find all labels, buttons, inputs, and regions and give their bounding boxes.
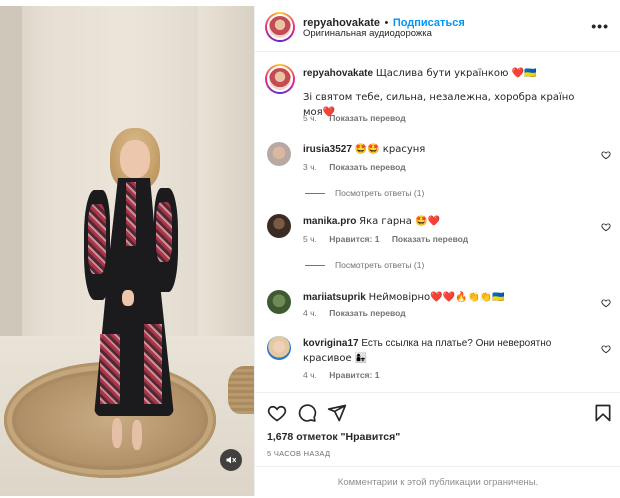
post-video[interactable] — [0, 6, 254, 496]
comment-text: kovrigina17 Есть ссылка на платье? Они н… — [303, 336, 593, 351]
author-avatar[interactable] — [265, 12, 295, 42]
woman-in-embroidered-dress — [82, 124, 182, 454]
speaker-muted-icon[interactable] — [220, 449, 242, 471]
comment-time[interactable]: 4 ч. — [303, 308, 317, 318]
commenter-avatar[interactable] — [267, 214, 291, 238]
comment-item: mariiatsuprik Неймовірно❤️❤️🔥👏👏🇺🇦 4 ч. П… — [255, 286, 620, 326]
chest-embroidery — [126, 182, 136, 246]
sleeve-embroidery — [88, 204, 106, 274]
comment-meta: 4 ч. Нравится: 1 — [303, 370, 389, 380]
hem-embroidery — [100, 334, 120, 404]
view-replies-label: Посмотреть ответы (1) — [335, 188, 425, 198]
comment-translate-link[interactable]: Показать перевод — [392, 234, 468, 244]
replies-divider — [305, 264, 325, 266]
comment-text: irusia3527 🤩🤩 красуня — [303, 142, 593, 157]
post-sidebar: repyahovakate • Подписаться Оригинальная… — [254, 6, 620, 496]
comment-text: manika.pro Яка гарна 🤩❤️ — [303, 214, 593, 229]
comment-body: Неймовірно❤️❤️🔥👏👏🇺🇦 — [368, 292, 505, 303]
comment-username[interactable]: kovrigina17 — [303, 338, 359, 349]
caption-time[interactable]: 5 ч. — [303, 113, 317, 123]
comment-item: irusia3527 🤩🤩 красуня 3 ч. Показать пере… — [255, 138, 620, 204]
comment-time[interactable]: 4 ч. — [303, 370, 317, 380]
commenter-avatar[interactable] — [267, 336, 291, 360]
more-horizontal-icon[interactable]: ••• — [591, 18, 609, 34]
instagram-post-modal: repyahovakate • Подписаться Оригинальная… — [0, 0, 620, 498]
commenter-avatar[interactable] — [267, 290, 291, 314]
comment-body-2: красивое 👩‍👧 — [303, 353, 368, 364]
sleeve-embroidery — [156, 202, 172, 262]
bookmark-icon[interactable] — [593, 403, 613, 423]
comment-username[interactable]: mariiatsuprik — [303, 292, 366, 303]
face — [120, 140, 150, 178]
comment-body: Яка гарна 🤩❤️ — [359, 216, 440, 227]
replies-divider — [305, 192, 325, 194]
heart-icon[interactable] — [601, 298, 611, 308]
caption-text-1: Щаслива бути українкою ❤️🇺🇦 — [375, 68, 537, 79]
comment-meta: 5 ч. Нравится: 1 Показать перевод — [303, 234, 478, 244]
comment-meta: 4 ч. Показать перевод — [303, 308, 416, 318]
heart-icon[interactable] — [601, 344, 611, 354]
comment-translate-link[interactable]: Показать перевод — [329, 308, 405, 318]
comment-translate-link[interactable]: Показать перевод — [329, 162, 405, 172]
comment-body: 🤩🤩 красуня — [354, 144, 426, 155]
action-bar: 1,678 отметок "Нравится" 5 ЧАСОВ НАЗАД — [255, 392, 620, 462]
wicker-basket — [228, 366, 254, 414]
comments-list: repyahovakate Щаслива бути українкою ❤️🇺… — [255, 52, 620, 392]
view-replies-label: Посмотреть ответы (1) — [335, 260, 425, 270]
view-replies-button[interactable]: Посмотреть ответы (1) — [305, 188, 424, 198]
wall-left — [0, 6, 22, 336]
comment-username[interactable]: irusia3527 — [303, 144, 352, 155]
foot — [132, 420, 142, 450]
wall-edge — [198, 6, 254, 336]
comment-likes[interactable]: Нравится: 1 — [329, 370, 379, 380]
caption-translate-link[interactable]: Показать перевод — [329, 113, 405, 123]
comment-meta: 3 ч. Показать перевод — [303, 162, 416, 172]
comment-body-1: Есть ссылка на платье? Они невероятно — [361, 338, 552, 349]
comment-item: kovrigina17 Есть ссылка на платье? Они н… — [255, 332, 620, 388]
send-icon[interactable] — [327, 403, 347, 423]
caption: repyahovakate Щаслива бути українкою ❤️🇺… — [255, 62, 620, 132]
view-replies-button[interactable]: Посмотреть ответы (1) — [305, 260, 424, 270]
comments-limited-notice: Комментарии к этой публикации ограничены… — [337, 477, 539, 488]
heart-icon[interactable] — [267, 403, 287, 423]
comment-time[interactable]: 5 ч. — [303, 234, 317, 244]
caption-username[interactable]: repyahovakate — [303, 68, 373, 79]
hand — [122, 290, 134, 306]
caption-avatar[interactable] — [265, 64, 295, 94]
comment-time[interactable]: 3 ч. — [303, 162, 317, 172]
comment-text: mariiatsuprik Неймовірно❤️❤️🔥👏👏🇺🇦 — [303, 290, 593, 305]
hem-embroidery — [144, 324, 162, 404]
comment-item: manika.pro Яка гарна 🤩❤️ 5 ч. Нравится: … — [255, 210, 620, 276]
commenter-avatar[interactable] — [267, 142, 291, 166]
comment-likes[interactable]: Нравится: 1 — [329, 234, 379, 244]
heart-icon[interactable] — [601, 150, 611, 160]
caption-line-1: repyahovakate Щаслива бути українкою ❤️🇺… — [303, 66, 593, 81]
audio-link[interactable]: Оригинальная аудиодорожка — [303, 28, 432, 39]
comment-username[interactable]: manika.pro — [303, 216, 356, 227]
foot — [112, 418, 122, 448]
post-timestamp[interactable]: 5 ЧАСОВ НАЗАД — [267, 449, 330, 458]
heart-icon[interactable] — [601, 222, 611, 232]
comments-limited-footer: Комментарии к этой публикации ограничены… — [255, 466, 620, 496]
caption-meta: 5 ч. Показать перевод — [303, 113, 416, 123]
post-header: repyahovakate • Подписаться Оригинальная… — [255, 6, 620, 52]
likes-count[interactable]: 1,678 отметок "Нравится" — [267, 431, 400, 443]
comment-icon[interactable] — [297, 403, 317, 423]
